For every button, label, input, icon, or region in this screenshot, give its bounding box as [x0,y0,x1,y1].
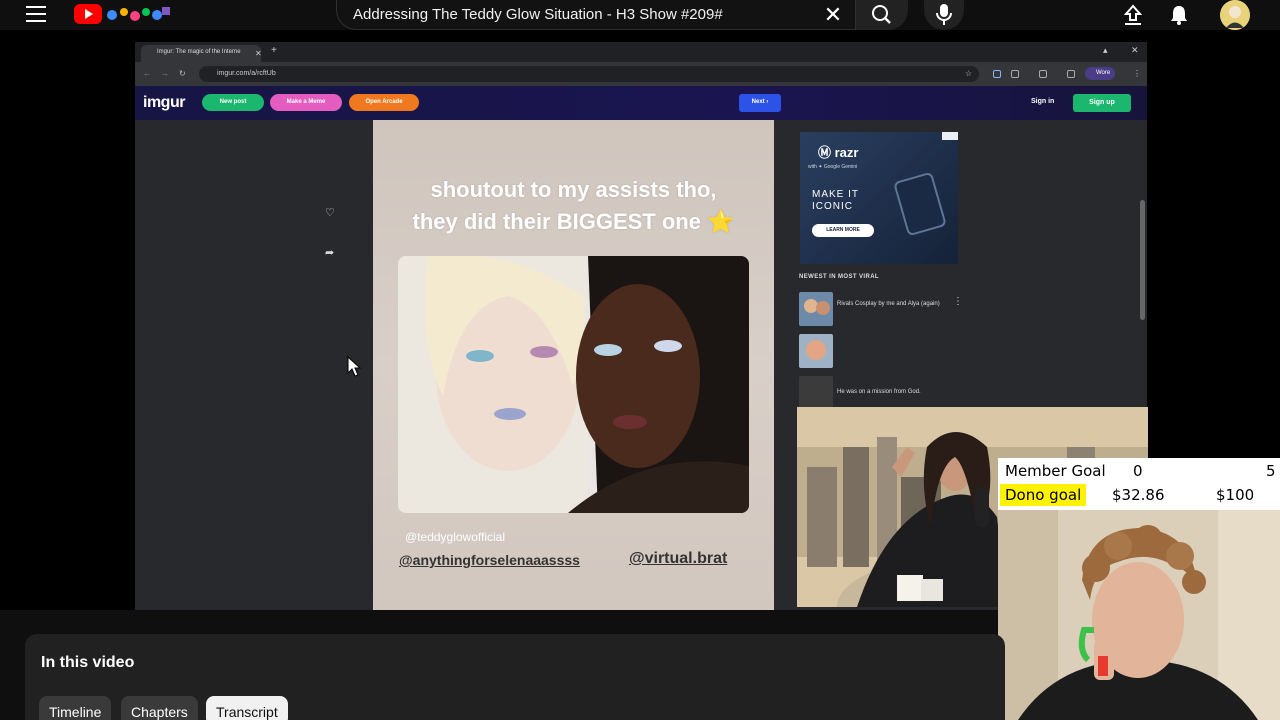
imgur-header: imgur New post Make a Meme Open Arcade N… [135,86,1147,120]
new-post-button[interactable]: New post [202,94,264,111]
sign-up-button[interactable]: Sign up [1073,94,1131,112]
guest-webcam-overlay [998,510,1280,720]
viral-list-item[interactable] [799,334,959,370]
tab-title: Imgur: The magic of the Interne [157,49,241,55]
youtube-doodle-logo[interactable] [104,3,172,25]
ad-learn-more-button[interactable]: LEARN MORE [812,224,874,237]
search-input[interactable]: Addressing The Teddy Glow Situation - H3… [353,6,723,23]
hamburger-menu-icon[interactable] [26,6,46,24]
browser-tab-bar: Imgur: The magic of the Interne ✕ + ▴ ✕ [135,42,1147,62]
search-button[interactable] [856,0,908,30]
extension-icon[interactable] [1039,70,1047,78]
ad-headline-line: MAKE IT [812,189,860,200]
viral-list-item[interactable]: Rivals Cosplay by me and Alya (again) [799,292,959,328]
new-tab-icon[interactable]: + [271,45,277,56]
dono-goal-current: $32.86 [1112,486,1165,504]
back-icon[interactable]: ← [143,69,151,78]
tab-chapters[interactable]: Chapters [121,696,198,720]
post-handle: @teddyglowofficial [405,530,506,544]
imgur-logo[interactable]: imgur [143,94,185,112]
sign-in-link[interactable]: Sign in [1031,98,1054,105]
member-goal-label: Member Goal [1005,462,1106,480]
browser-address-bar: ← → ↻ imgur.com/a/rcftUb ☆ Wore ⋮ [135,62,1147,86]
youtube-top-bar: Addressing The Teddy Glow Situation - H3… [0,0,1280,30]
panel-title: In this video [41,654,135,671]
extension-icon[interactable] [993,70,1001,78]
open-arcade-button[interactable]: Open Arcade [349,94,419,111]
next-post-button[interactable]: Next › [739,94,781,112]
mouse-cursor-icon [347,356,362,377]
url-field[interactable]: imgur.com/a/rcftUb [199,66,979,82]
ad-info-icon[interactable] [942,132,958,140]
tab-transcript[interactable]: Transcript [206,696,288,720]
post-caption: shoutout to my assists tho, they did the… [373,174,774,238]
phone-image [893,171,947,237]
more-options-icon[interactable]: ⋮ [953,296,963,307]
extension-icon[interactable] [1067,70,1075,78]
guest-webcam-image [998,510,1280,720]
search-icon [872,5,891,24]
member-goal-start: 0 [1133,462,1143,480]
bookmark-star-icon[interactable]: ☆ [965,69,972,78]
profile-label: Wore [1096,70,1111,76]
viral-thumbnail [799,334,833,368]
ad-headline-line: ICONIC [812,201,853,212]
next-label: Next [751,99,765,105]
youtube-logo-icon[interactable] [74,4,102,24]
make-meme-label: Make a Meme [286,99,326,105]
in-this-video-panel: In this video Timeline Chapters Transcri… [25,634,1005,720]
viral-item-title: He was on a mission from God. [837,389,921,395]
ad-cta-label: LEARN MORE [826,227,860,233]
browser-profile-button[interactable]: Wore [1085,67,1115,80]
url-text: imgur.com/a/rcftUb [217,70,276,77]
window-close-icon[interactable]: ✕ [1131,45,1139,56]
youtube-watch-page: Addressing The Teddy Glow Situation - H3… [0,0,1280,720]
member-goal-target: 5 [1266,462,1276,480]
reload-icon[interactable]: ↻ [179,69,186,78]
page-scrollbar[interactable] [1140,200,1145,320]
post-image[interactable]: shoutout to my assists tho, they did the… [373,120,774,610]
tab-close-icon[interactable]: ✕ [255,49,261,58]
share-arrow-icon[interactable]: ➦ [325,246,339,260]
browser-menu-icon[interactable]: ⋮ [1133,69,1141,78]
viral-item-title: Rivals Cosplay by me and Alya (again) [837,301,940,307]
viral-section-title: NEWEST IN MOST VIRAL [799,274,879,280]
notifications-bell-icon[interactable] [1166,3,1192,27]
caption-line: shoutout to my assists tho, [430,177,717,202]
search-box[interactable]: Addressing The Teddy Glow Situation - H3… [336,0,856,30]
voice-search-button[interactable] [924,0,964,30]
dono-goal-label: Dono goal [1000,484,1087,506]
ad-brand: Ⓜ razr [818,145,859,160]
dono-goal-target: $100 [1216,486,1255,504]
caption-line: they did their BIGGEST one ⭐ [412,209,735,234]
ad-brand-name: razr [834,145,859,160]
tab-timeline[interactable]: Timeline [39,696,112,720]
extension-icon[interactable] [1011,70,1019,78]
viral-thumbnail [799,292,833,326]
open-arcade-label: Open Arcade [365,99,403,105]
ad-subtitle: with ✦ Google Gemini [808,164,858,170]
microphone-icon [936,4,952,25]
account-avatar[interactable] [1220,0,1250,30]
new-post-label: New post [219,99,247,105]
clear-search-icon[interactable]: ✕ [822,4,844,26]
sign-up-label: Sign up [1089,99,1115,106]
avatar-image-icon [1220,0,1250,30]
ad-headline: MAKE IT ICONIC [812,189,859,213]
razr-advertisement[interactable]: Ⓜ razr with ✦ Google Gemini MAKE IT ICON… [800,132,958,264]
minimize-icon[interactable]: ▴ [1103,45,1108,56]
post-handle: @virtual.brat [629,550,728,567]
stream-goals-overlay: Member Goal 0 5 Dono goal $32.86 $100 [998,458,1280,510]
browser-tab[interactable]: Imgur: The magic of the Interne ✕ [141,45,261,62]
viral-thumbnail [799,376,833,410]
post-handle: @anythingforselenaaassss [399,552,580,568]
upload-icon[interactable] [1120,3,1146,27]
forward-icon[interactable]: → [161,69,169,78]
favorite-heart-icon[interactable]: ♡ [325,206,339,220]
make-meme-button[interactable]: Make a Meme [270,94,342,111]
post-photo [398,256,749,513]
